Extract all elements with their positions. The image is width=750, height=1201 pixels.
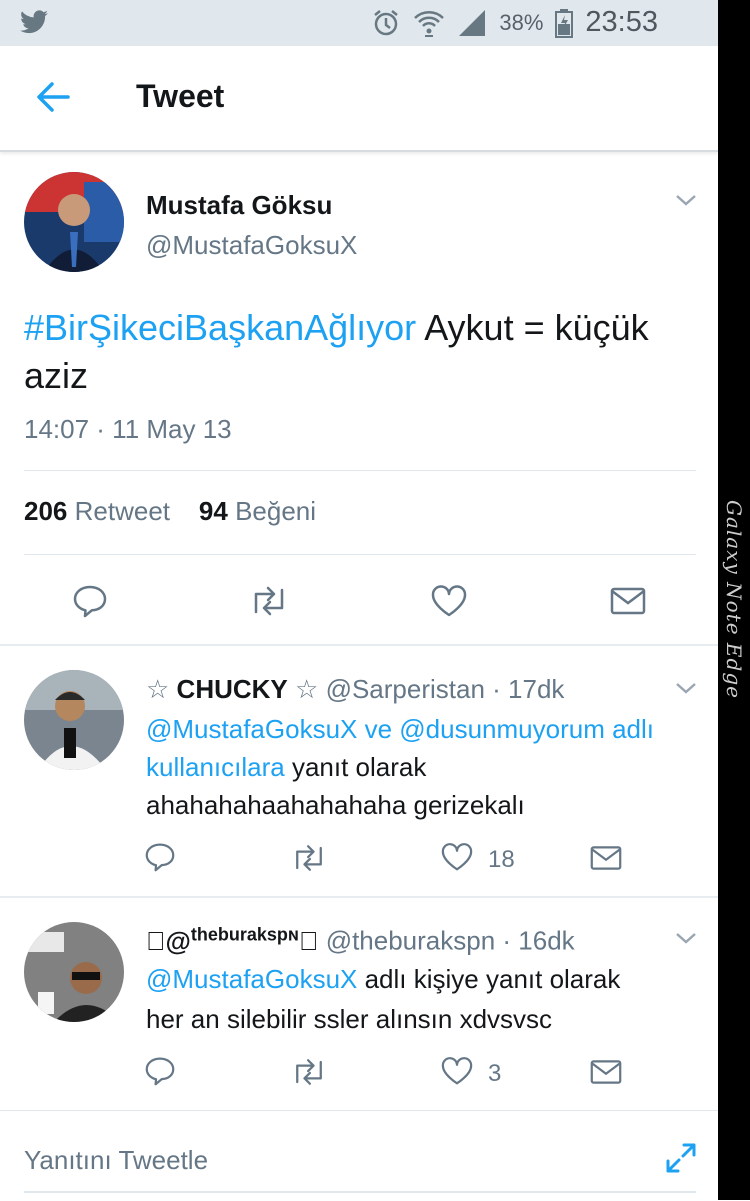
- retweet-stat[interactable]: 206 Retweet: [24, 496, 170, 526]
- like-icon[interactable]: [440, 1056, 474, 1086]
- reply-like-count: 18: [488, 846, 515, 873]
- divider: [0, 896, 718, 898]
- reply-mentions[interactable]: @MustafaGoksuX: [146, 964, 357, 994]
- reply-icon[interactable]: [144, 1056, 176, 1086]
- battery-percent: 38%: [499, 9, 544, 35]
- retweet-count: 206: [24, 496, 68, 526]
- reply-author-name-prefix:  @: [146, 925, 191, 956]
- reply-input[interactable]: Yanıtını Tweetle: [24, 1145, 208, 1176]
- reply-avatar[interactable]: [24, 670, 124, 770]
- reply-context-suffix: yanıt olarak: [284, 752, 427, 782]
- author-name[interactable]: Mustafa Göksu: [146, 190, 332, 221]
- reply-time: · 16dk: [502, 925, 575, 956]
- reply-time: · 17dk: [492, 674, 565, 704]
- retweet-icon[interactable]: [290, 1058, 328, 1086]
- reply-context: @MustafaGoksuX ve @dusunmuyorum adlı kul…: [146, 710, 706, 786]
- divider: [0, 644, 718, 646]
- direct-message-icon[interactable]: [610, 586, 646, 616]
- chevron-down-icon[interactable]: [674, 930, 698, 946]
- reply-author-name[interactable]:  @theburakspɴ : [146, 924, 319, 956]
- chevron-down-icon[interactable]: [674, 680, 698, 696]
- tweet-timestamp: 14:07 · 11 May 13: [24, 414, 232, 444]
- direct-message-icon[interactable]: [590, 844, 622, 872]
- clock-time: 23:53: [585, 6, 658, 38]
- reply-text: her an silebilir ssler alınsın xdvsvsc: [146, 1004, 553, 1034]
- alarm-icon: [374, 9, 399, 35]
- reply-text: ahahahahaahahahaha gerizekalı: [146, 790, 525, 820]
- reply-author-name[interactable]: CHUCKY: [177, 674, 288, 704]
- star-icon: ☆: [295, 674, 319, 704]
- like-stat[interactable]: 94 Beğeni: [199, 496, 316, 526]
- reply-like-count: 3: [488, 1060, 502, 1087]
- like-count: 94: [198, 496, 228, 526]
- back-arrow-icon[interactable]: [34, 78, 72, 116]
- page-title: Tweet: [136, 78, 225, 114]
- tweet-stats: 206 Retweet 94 Beğeni: [24, 496, 316, 527]
- reply-icon[interactable]: [144, 842, 176, 872]
- reply-input-underline: [24, 1191, 696, 1193]
- twitter-bird-icon: [20, 10, 48, 34]
- reply-author-handle[interactable]: @theburakspn: [326, 926, 496, 956]
- retweet-icon[interactable]: [248, 586, 290, 616]
- reply-author-handle[interactable]: @Sarperistan: [326, 674, 485, 704]
- reply-avatar[interactable]: [24, 922, 124, 1022]
- wifi-icon: [414, 10, 445, 37]
- app-bar: Tweet: [0, 46, 718, 152]
- retweet-icon[interactable]: [290, 844, 328, 872]
- expand-icon[interactable]: [664, 1141, 698, 1175]
- battery-charging-icon: [555, 8, 574, 38]
- device-edge-label: Galaxy Note Edge: [722, 500, 746, 699]
- tweet-hashtag[interactable]: #BirŞikeciBaşkanAğlıyor: [24, 307, 416, 348]
- reply-context-suffix: adlı kişiye yanıt olarak: [357, 964, 621, 994]
- signal-icon: [459, 9, 486, 36]
- direct-message-icon[interactable]: [590, 1058, 622, 1086]
- tweet-text: #BirŞikeciBaşkanAğlıyor Aykut = küçük az…: [24, 304, 664, 400]
- status-bar: 38% 23:53: [0, 0, 718, 46]
- divider: [24, 554, 696, 555]
- star-icon: ☆: [146, 674, 170, 704]
- like-icon[interactable]: [430, 584, 468, 618]
- author-handle[interactable]: @MustafaGoksuX: [146, 230, 357, 261]
- retweet-label: Retweet: [74, 496, 171, 526]
- reply-compose-bar: Yanıtını Tweetle: [0, 1110, 718, 1201]
- reply-icon[interactable]: [72, 584, 108, 618]
- reply-header:  @theburakspɴ  @theburakspn · 16dk: [146, 924, 575, 957]
- divider: [24, 470, 696, 471]
- reply-header: ☆ CHUCKY ☆ @Sarperistan · 17dk: [146, 674, 564, 705]
- reply-author-name-small: theburakspɴ: [190, 924, 299, 944]
- chevron-down-icon[interactable]: [674, 192, 698, 208]
- reply-author-name-suffix:  : [298, 925, 319, 956]
- author-avatar[interactable]: [24, 172, 124, 272]
- reply-context: @MustafaGoksuX adlı kişiye yanıt olarak: [146, 960, 706, 998]
- like-icon[interactable]: [440, 842, 474, 872]
- like-label: Beğeni: [235, 496, 317, 526]
